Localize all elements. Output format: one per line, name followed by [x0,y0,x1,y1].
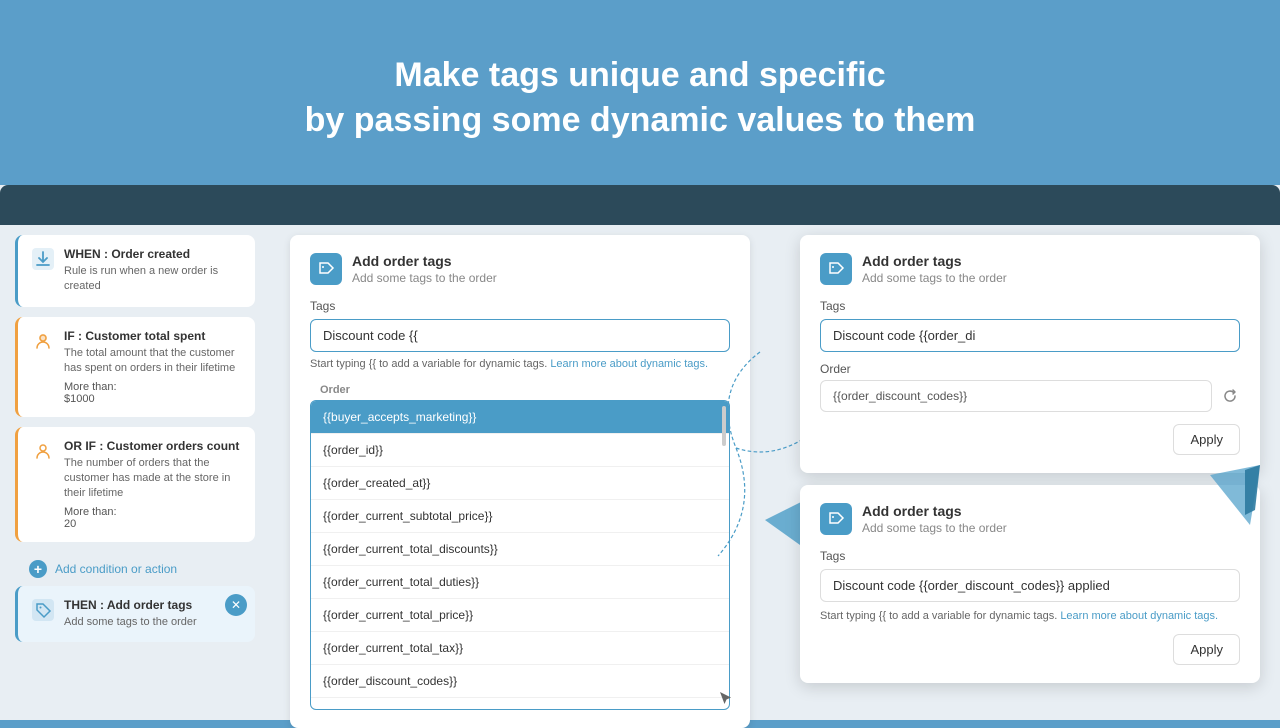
corner-arrow-decoration [1190,455,1270,540]
bottom-card: Add order tags Add some tags to the orde… [800,485,1260,683]
sidebar-then-item: ✕ THEN : Add order tags Add some tags to… [15,586,255,642]
sidebar-when-item: WHEN : Order created Rule is run when a … [15,235,255,307]
scrollbar[interactable] [722,406,726,446]
user-icon [32,330,54,352]
first-dropdown-container: {{buyer_accepts_marketing}} {{order_id}}… [310,400,730,710]
add-condition-label: Add condition or action [55,562,177,576]
header-title: Make tags unique and specific by passing… [305,53,976,141]
mid-order-input[interactable] [820,380,1212,412]
mid-apply-button[interactable]: Apply [1173,424,1240,455]
overlay-area: Add order tags Add some tags to the orde… [800,235,1260,683]
if-item-title: IF : Customer total spent [64,329,241,343]
first-card-header: Add order tags Add some tags to the orde… [310,253,730,285]
if-item-content: IF : Customer total spent The total amou… [64,329,241,405]
dropdown-item-3[interactable]: {{order_current_subtotal_price}} [311,499,729,532]
orif-item-content: OR IF : Customer orders count The number… [64,439,241,530]
bottom-learn-more-link[interactable]: Learn more about dynamic tags. [1060,610,1218,622]
mid-card-title: Add order tags [862,253,1007,269]
dropdown-item-0[interactable]: {{buyer_accepts_marketing}} [311,401,729,433]
dropdown-item-2[interactable]: {{order_created_at}} [311,466,729,499]
mid-card: Add order tags Add some tags to the orde… [800,235,1260,473]
first-card-titles: Add order tags Add some tags to the orde… [352,253,497,285]
sidebar-if-item: IF : Customer total spent The total amou… [15,317,255,417]
first-tags-hint: Start typing {{ to add a variable for dy… [310,358,730,370]
dropdown-item-6[interactable]: {{order_current_total_price}} [311,598,729,631]
dropdown-item-1[interactable]: {{order_id}} [311,433,729,466]
first-tags-label: Tags [310,299,730,313]
then-item-title: THEN : Add order tags [64,598,241,612]
bottom-card-icon [820,503,852,535]
mid-order-row [820,380,1240,412]
bottom-card-subtitle: Add some tags to the order [862,521,1007,535]
orif-item-title: OR IF : Customer orders count [64,439,241,453]
close-button[interactable]: ✕ [225,594,247,616]
then-item-content: THEN : Add order tags Add some tags to t… [64,598,241,630]
orif-item-more: More than:20 [64,506,241,530]
mid-tags-input[interactable] [820,319,1240,352]
first-card-subtitle: Add some tags to the order [352,271,497,285]
mid-card-subtitle: Add some tags to the order [862,271,1007,285]
dropdown-item-7[interactable]: {{order_current_total_tax}} [311,631,729,664]
header-banner: Make tags unique and specific by passing… [0,0,1280,185]
if-item-desc: The total amount that the customer has s… [64,346,241,377]
mid-card-titles: Add order tags Add some tags to the orde… [862,253,1007,285]
bottom-tags-label: Tags [820,549,1240,563]
sidebar: WHEN : Order created Rule is run when a … [0,185,270,720]
mid-card-icon [820,253,852,285]
first-dropdown-section: Order {{buyer_accepts_marketing}} {{orde… [310,380,730,710]
first-dropdown-label: Order [310,380,730,400]
mid-tags-label: Tags [820,299,1240,313]
cursor-indicator [720,692,732,710]
sidebar-orif-item: OR IF : Customer orders count The number… [15,427,255,542]
bottom-card-titles: Add order tags Add some tags to the orde… [862,503,1007,535]
first-tags-input[interactable] [310,319,730,352]
dropdown-item-5[interactable]: {{order_current_total_duties}} [311,565,729,598]
orif-item-desc: The number of orders that the customer h… [64,456,241,502]
dropdown-item-4[interactable]: {{order_current_total_discounts}} [311,532,729,565]
mid-order-label: Order [820,362,1240,376]
when-item-content: WHEN : Order created Rule is run when a … [64,247,241,295]
add-condition-button[interactable]: + Add condition or action [15,552,255,586]
main-area: WHEN : Order created Rule is run when a … [0,185,1280,720]
when-item-desc: Rule is run when a new order is created [64,264,241,295]
bottom-card-header: Add order tags Add some tags to the orde… [820,503,1240,535]
first-card: Add order tags Add some tags to the orde… [290,235,750,728]
bottom-tags-hint: Start typing {{ to add a variable for dy… [820,610,1240,622]
first-card-title: Add order tags [352,253,497,269]
download-icon [32,248,54,270]
bottom-apply-button[interactable]: Apply [1173,634,1240,665]
bottom-card-title: Add order tags [862,503,1007,519]
main-content: Add order tags Add some tags to the orde… [270,185,1280,720]
dropdown-item-9[interactable]: {{order_fulfillment_status}} [311,697,729,710]
if-item-more: More than:$1000 [64,381,241,405]
tag-icon [32,599,54,621]
add-icon: + [29,560,47,578]
when-item-title: WHEN : Order created [64,247,241,261]
mid-card-header: Add order tags Add some tags to the orde… [820,253,1240,285]
bottom-tags-input[interactable] [820,569,1240,602]
refresh-icon [1220,386,1240,406]
first-card-icon [310,253,342,285]
dropdown-item-8[interactable]: {{order_discount_codes}} [311,664,729,697]
then-item-desc: Add some tags to the order [64,615,241,630]
first-learn-more-link[interactable]: Learn more about dynamic tags. [550,358,708,370]
user-orders-icon [32,440,54,462]
